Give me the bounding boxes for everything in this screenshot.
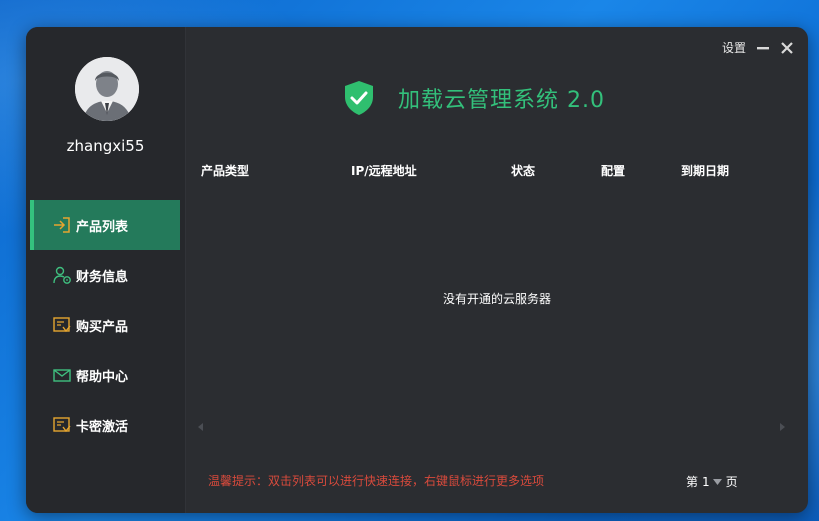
sidebar-item-label: 产品列表: [76, 219, 129, 235]
page-select[interactable]: 1: [702, 475, 722, 489]
minimize-icon[interactable]: [756, 41, 770, 55]
sidebar-item-label: 购买产品: [76, 319, 129, 335]
sidebar-item-buy-product[interactable]: 购买产品: [30, 300, 180, 350]
column-header-ip-address[interactable]: IP/远程地址: [351, 162, 417, 179]
app-title: 加载云管理系统 2.0: [398, 88, 605, 113]
envelope-icon: [53, 369, 71, 382]
sidebar-nav: 产品列表 财务信息 购买产品 帮助中心 卡密激活: [30, 200, 180, 450]
purchase-doc-icon: [53, 317, 71, 333]
pager-prefix: 第: [686, 475, 699, 489]
sidebar-item-finance[interactable]: 财务信息: [30, 250, 180, 300]
page-number: 1: [702, 474, 710, 489]
sidebar: zhangxi55 产品列表 财务信息 购买产品 帮助中心 卡密激活: [26, 27, 185, 513]
column-header-status[interactable]: 状态: [511, 162, 535, 179]
sidebar-item-card-activation[interactable]: 卡密激活: [30, 400, 180, 450]
close-icon[interactable]: [780, 41, 794, 55]
user-finance-icon: [53, 266, 71, 284]
window-controls: 设置: [722, 39, 794, 56]
avatar[interactable]: [75, 57, 139, 121]
scroll-right-icon[interactable]: [778, 423, 786, 431]
scroll-left-icon[interactable]: [197, 423, 205, 431]
shield-check-icon: [345, 81, 373, 115]
table-header: 产品类型 IP/远程地址 状态 配置 到期日期: [186, 162, 808, 180]
user-avatar-icon: [75, 57, 139, 121]
app-header: 加载云管理系统 2.0: [342, 80, 605, 116]
card-key-icon: [53, 417, 71, 433]
column-header-config[interactable]: 配置: [601, 162, 625, 179]
login-arrow-icon: [54, 217, 70, 233]
sidebar-item-product-list[interactable]: 产品列表: [30, 200, 180, 250]
username: zhangxi55: [66, 137, 145, 155]
empty-table-message: 没有开通的云服务器: [442, 292, 551, 306]
settings-button[interactable]: 设置: [722, 39, 746, 56]
sidebar-item-label: 卡密激活: [76, 419, 129, 435]
sidebar-item-label: 财务信息: [76, 269, 129, 285]
sidebar-item-label: 帮助中心: [76, 369, 129, 385]
column-header-expiry-date[interactable]: 到期日期: [681, 162, 729, 179]
sidebar-divider: [185, 27, 186, 513]
footer-tip: 温馨提示：双击列表可以进行快速连接，右键鼠标进行更多选项: [208, 474, 545, 488]
pager-suffix: 页: [725, 475, 738, 489]
pager: 第 1 页: [686, 473, 738, 490]
chevron-down-icon: [712, 478, 722, 485]
column-header-product-type[interactable]: 产品类型: [201, 162, 249, 179]
sidebar-item-help-center[interactable]: 帮助中心: [30, 350, 180, 400]
app-window: zhangxi55 产品列表 财务信息 购买产品 帮助中心 卡密激活 设置 加载…: [26, 27, 808, 513]
